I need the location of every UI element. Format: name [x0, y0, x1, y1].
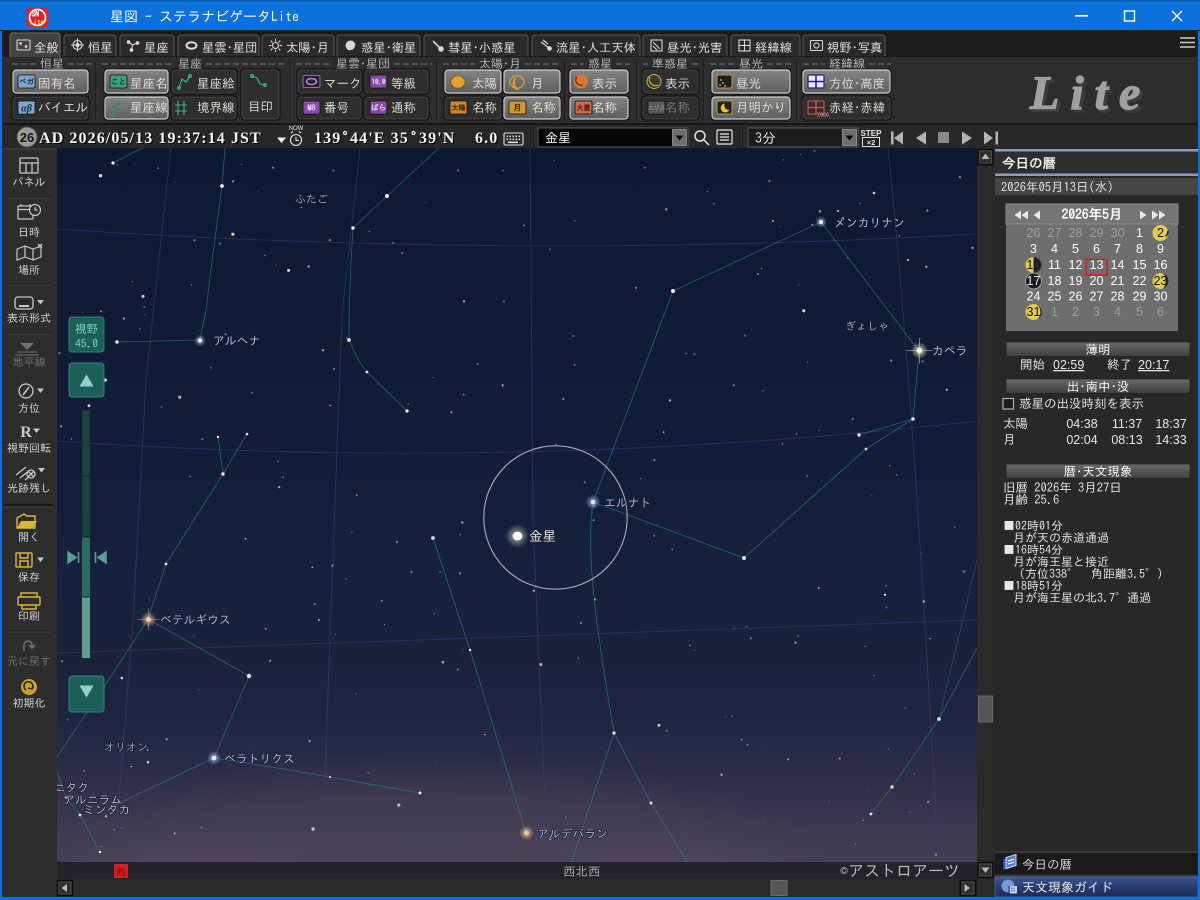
svg-text:139: 139: [314, 130, 341, 147]
svg-text:9: 9: [1157, 242, 1164, 256]
svg-text:NOW: NOW: [289, 126, 304, 132]
svg-text:02:59: 02:59: [1053, 358, 1084, 372]
svg-text:21: 21: [1111, 274, 1125, 288]
svg-text:6: 6: [1093, 242, 1100, 256]
svg-text:29: 29: [1133, 290, 1147, 304]
svg-text:24: 24: [1027, 290, 1041, 304]
svg-text:3: 3: [1093, 305, 1100, 319]
svg-text:7: 7: [1114, 242, 1121, 256]
svg-text:6.0: 6.0: [475, 130, 498, 147]
svg-text:30: 30: [1154, 290, 1168, 304]
svg-text:31: 31: [1027, 305, 1041, 319]
svg-text:26: 26: [1069, 290, 1083, 304]
svg-text:14: 14: [1111, 258, 1125, 272]
svg-text:28: 28: [1111, 290, 1125, 304]
svg-text:19: 19: [1069, 274, 1083, 288]
svg-text:18: 18: [1048, 274, 1062, 288]
svg-text:αβ: αβ: [21, 104, 33, 115]
svg-text:30: 30: [1111, 226, 1125, 240]
svg-text:18:37: 18:37: [1155, 417, 1186, 431]
svg-text:08:13: 08:13: [1111, 433, 1142, 447]
svg-text:20: 20: [1090, 274, 1104, 288]
svg-text:16: 16: [1154, 258, 1168, 272]
svg-text:25: 25: [1048, 290, 1062, 304]
svg-text:44'E 35: 44'E 35: [350, 130, 409, 147]
svg-text:2: 2: [1072, 305, 1079, 319]
svg-text:15: 15: [1133, 258, 1147, 272]
svg-text:20:17: 20:17: [1138, 358, 1169, 372]
svg-text:14:33: 14:33: [1155, 433, 1186, 447]
svg-text:1: 1: [1051, 305, 1058, 319]
svg-text:STEP: STEP: [861, 129, 883, 138]
svg-text:39'N: 39'N: [419, 130, 455, 147]
svg-text:28: 28: [1069, 226, 1083, 240]
svg-text:02:04: 02:04: [1066, 433, 1097, 447]
svg-text:4: 4: [1114, 305, 1121, 319]
svg-text:6: 6: [1157, 305, 1164, 319]
svg-text:AD 2026/05/13 19:37:14 JST: AD 2026/05/13 19:37:14 JST: [39, 130, 262, 147]
svg-text:26: 26: [1027, 226, 1041, 240]
svg-text:5: 5: [1072, 242, 1079, 256]
svg-text:26: 26: [20, 130, 34, 145]
svg-text:×2: ×2: [867, 138, 876, 147]
svg-text:29: 29: [1090, 226, 1104, 240]
svg-text:2: 2: [1157, 226, 1164, 240]
svg-text:3: 3: [1030, 242, 1037, 256]
svg-text:11:37: 11:37: [1112, 417, 1142, 431]
svg-text:23: 23: [1154, 274, 1168, 288]
svg-text:22: 22: [1133, 274, 1147, 288]
svg-text:10: 10: [1027, 258, 1041, 272]
svg-text:1: 1: [1136, 226, 1143, 240]
svg-text:12: 12: [1069, 258, 1083, 272]
svg-text:Lite: Lite: [1029, 67, 1151, 120]
svg-text:17: 17: [1027, 274, 1041, 288]
svg-text:27: 27: [1048, 226, 1062, 240]
svg-text:R: R: [20, 424, 32, 441]
svg-text:4: 4: [1051, 242, 1058, 256]
svg-text:04:38: 04:38: [1066, 417, 1097, 431]
svg-text:27: 27: [1090, 290, 1104, 304]
svg-text:8: 8: [1136, 242, 1143, 256]
svg-text:11: 11: [1048, 258, 1061, 272]
svg-text:5: 5: [1136, 305, 1143, 319]
